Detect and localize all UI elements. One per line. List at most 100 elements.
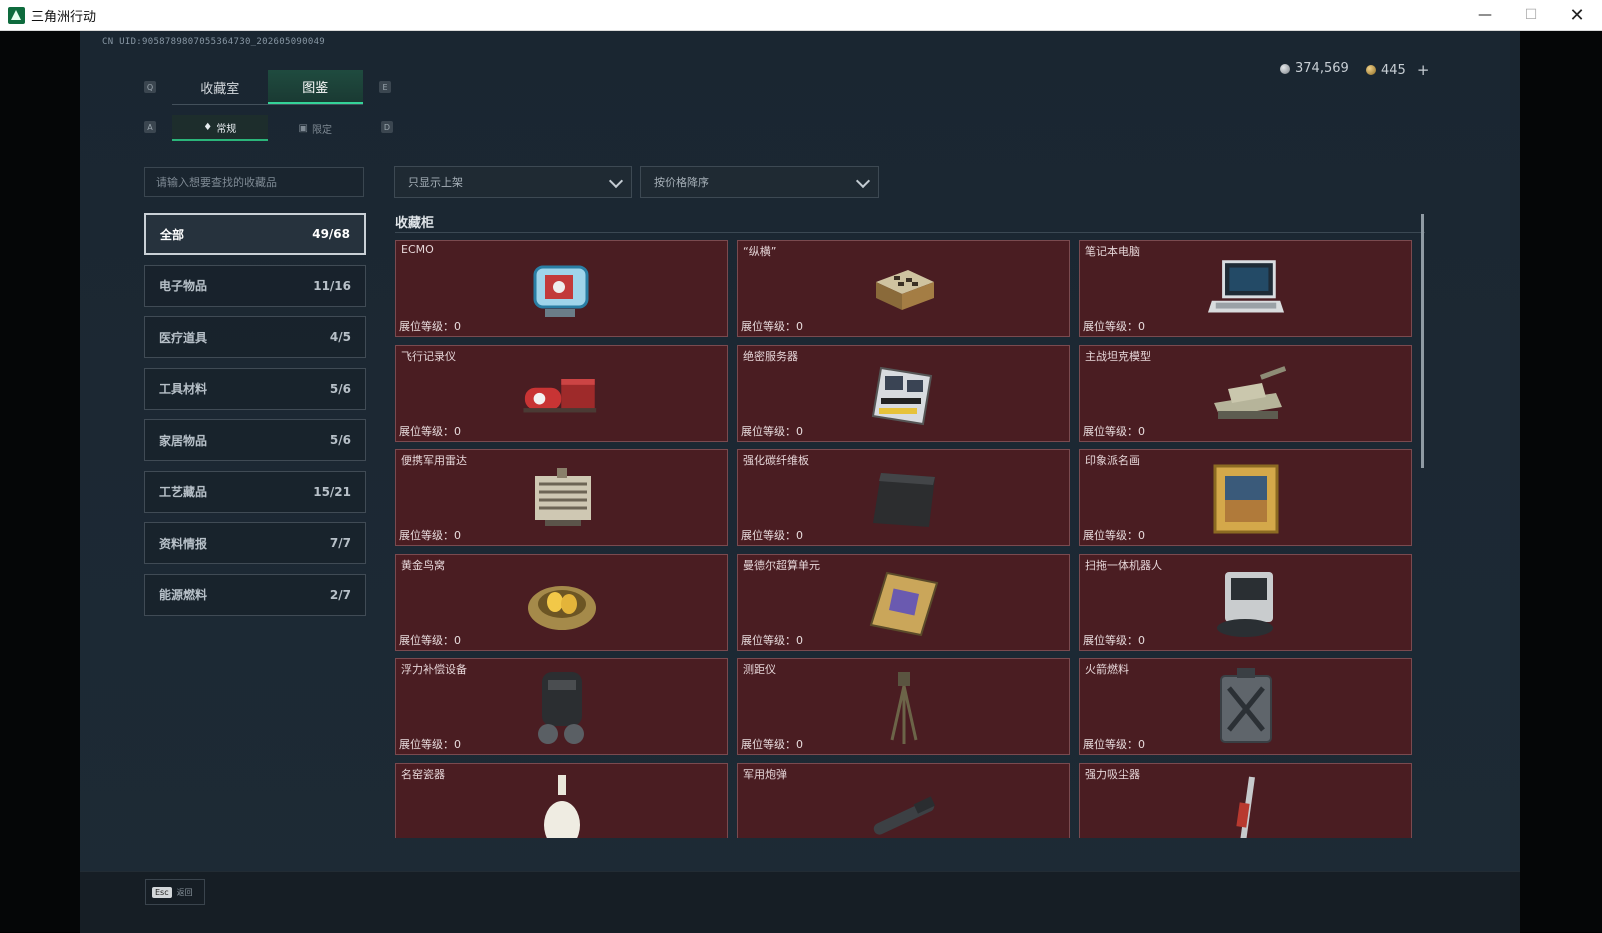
subtab-regular[interactable]: ♦ 常规	[172, 115, 268, 141]
collection-item-card[interactable]: 强力吸尘器展位等级：0	[1079, 762, 1412, 838]
category-label: 工具材料	[159, 382, 208, 396]
booth-level: 展位等级：0	[741, 738, 803, 751]
collection-item-card[interactable]: 测距仪展位等级：0	[737, 658, 1070, 755]
compute-unit-icon	[864, 569, 944, 639]
gold-coin-icon	[1366, 65, 1376, 75]
collection-item-card[interactable]: 强化碳纤维板 展位等级：0	[737, 449, 1070, 546]
sort-value: 按价格降序	[654, 176, 709, 189]
booth-level: 展位等级：0	[1083, 633, 1145, 647]
subtab-limited[interactable]: ▣ 限定	[268, 115, 364, 141]
category-tools[interactable]: 工具材料 5/6	[144, 367, 366, 410]
radar-icon	[522, 464, 602, 534]
item-name: 主战坦克模型	[1085, 349, 1151, 363]
grid-scrollbar[interactable]	[1421, 214, 1424, 468]
category-intel[interactable]: 资料情报 7/7	[144, 522, 366, 564]
bcd-vest-icon	[522, 672, 602, 744]
subtab-limited-label: 限定	[311, 124, 332, 136]
item-name: 曼德尔超算单元	[743, 558, 820, 572]
booth-level: 展位等级：0	[399, 320, 461, 333]
item-name: 测距仪	[743, 663, 776, 676]
key-hint-e: E	[379, 81, 391, 93]
minimize-button[interactable]: —	[1463, 0, 1507, 30]
collection-item-card[interactable]: 名窑瓷器展位等级：0	[395, 762, 728, 838]
fuel-can-icon	[1206, 668, 1286, 743]
category-count: 4/5	[329, 330, 351, 344]
category-label: 家居物品	[159, 433, 208, 448]
item-name: 名窑瓷器	[401, 767, 445, 781]
collection-item-card[interactable]: 飞行记录仪 展位等级：0	[395, 344, 728, 442]
collection-item-card[interactable]: 主战坦克模型 展位等级：0	[1079, 344, 1412, 442]
category-count: 2/7	[329, 587, 351, 602]
category-label: 资料情报	[159, 536, 208, 551]
category-label: 医疗道具	[159, 330, 208, 345]
category-list: 全部 49/68 电子物品 11/16 医疗道具 4/5 工具材料 5/6 家居…	[144, 213, 366, 625]
collection-item-card[interactable]: 绝密服务器 展位等级：0	[737, 344, 1070, 442]
booth-level: 展位等级：0	[399, 424, 461, 438]
key-hint-a: A	[144, 121, 156, 133]
booth-level: 展位等级：0	[1083, 320, 1145, 333]
category-label: 电子物品	[159, 279, 208, 293]
listing-filter-dropdown[interactable]: 只显示上架	[394, 166, 632, 198]
item-name: 火箭燃料	[1085, 663, 1129, 676]
item-name: ECMO	[401, 243, 434, 256]
collection-item-card[interactable]: 军用炮弹展位等级：0	[737, 762, 1070, 838]
tab-codex[interactable]: 图鉴	[267, 70, 363, 104]
booth-level: 展位等级：0	[741, 529, 803, 542]
gold-currency: 445 +	[1366, 61, 1429, 79]
collection-item-card[interactable]: 印象派名画 展位等级：0	[1079, 449, 1412, 546]
golden-nest-icon	[522, 569, 602, 639]
section-title: 收藏柜	[395, 216, 435, 231]
item-name: 强力吸尘器	[1085, 767, 1140, 781]
category-household[interactable]: 家居物品 5/6	[144, 419, 366, 461]
maximize-button[interactable]: ☐	[1509, 0, 1553, 30]
booth-level: 展位等级：0	[399, 529, 461, 542]
silver-coin-icon	[1280, 63, 1290, 74]
booth-level: 展位等级：0	[741, 424, 803, 438]
esc-key-hint: Esc	[152, 886, 172, 898]
collection-item-card[interactable]: “纵横” 展位等级：0	[737, 240, 1070, 337]
collection-item-card[interactable]: 曼德尔超算单元 展位等级：0	[737, 553, 1070, 651]
collection-item-card[interactable]: 便携军用雷达 展位等级：0	[395, 449, 728, 546]
category-label: 能源燃料	[159, 588, 208, 602]
category-all[interactable]: 全部 49/68	[144, 213, 366, 255]
chevron-down-icon	[608, 173, 624, 189]
window-titlebar: 三角洲行动 — ☐ ✕	[0, 0, 1602, 31]
add-currency-button[interactable]: +	[1417, 61, 1430, 79]
app-logo-icon	[8, 7, 25, 24]
tab-collection-room[interactable]: 收藏室	[172, 70, 268, 104]
booth-level: 展位等级：0	[399, 633, 461, 647]
collection-item-card[interactable]: 火箭燃料 展位等级：0	[1079, 658, 1412, 755]
image-icon: ▣	[298, 122, 308, 134]
category-medical[interactable]: 医疗道具 4/5	[144, 316, 366, 358]
key-hint-q: Q	[144, 81, 156, 93]
back-button[interactable]: Esc 返回	[145, 879, 205, 905]
item-name: “纵横”	[743, 245, 777, 258]
gold-amount: 445	[1381, 62, 1406, 78]
porcelain-vase-icon	[522, 774, 602, 838]
vacuum-cleaner-icon	[1206, 776, 1286, 838]
category-count: 5/6	[329, 381, 351, 396]
category-fuel[interactable]: 能源燃料 2/7	[144, 573, 366, 616]
collection-item-card[interactable]: 笔记本电脑 展位等级：0	[1079, 240, 1412, 337]
item-name: 便携军用雷达	[401, 454, 467, 467]
item-name: 黄金鸟窝	[401, 558, 445, 572]
back-label: 返回	[176, 887, 193, 897]
close-button[interactable]: ✕	[1555, 0, 1599, 30]
search-input[interactable]: 请输入想要查找的收藏品	[144, 167, 364, 197]
collection-item-card[interactable]: 扫拖一体机器人 展位等级：0	[1079, 553, 1412, 651]
listing-filter-value: 只显示上架	[408, 176, 463, 189]
flame-icon: ♦	[203, 121, 213, 133]
collection-grid: ECMO 展位等级：0 “纵横” 展位等级：0 笔记本电脑 展位等级：0 飞行记录仪 展位等级…	[395, 240, 1415, 838]
collection-item-card[interactable]: ECMO 展位等级：0	[395, 240, 728, 337]
item-name: 军用炮弹	[743, 767, 787, 781]
category-count: 11/16	[313, 278, 351, 293]
category-crafts[interactable]: 工艺藏品 15/21	[144, 470, 366, 513]
ecmo-machine-icon	[522, 255, 602, 325]
category-count: 49/68	[312, 227, 350, 241]
painting-icon	[1206, 464, 1286, 534]
collection-item-card[interactable]: 浮力补偿设备 展位等级：0	[395, 658, 728, 755]
category-electronics[interactable]: 电子物品 11/16	[144, 264, 366, 307]
laptop-icon	[1206, 255, 1286, 325]
sort-dropdown[interactable]: 按价格降序	[640, 166, 879, 198]
collection-item-card[interactable]: 黄金鸟窝展位等级：0	[395, 553, 728, 651]
